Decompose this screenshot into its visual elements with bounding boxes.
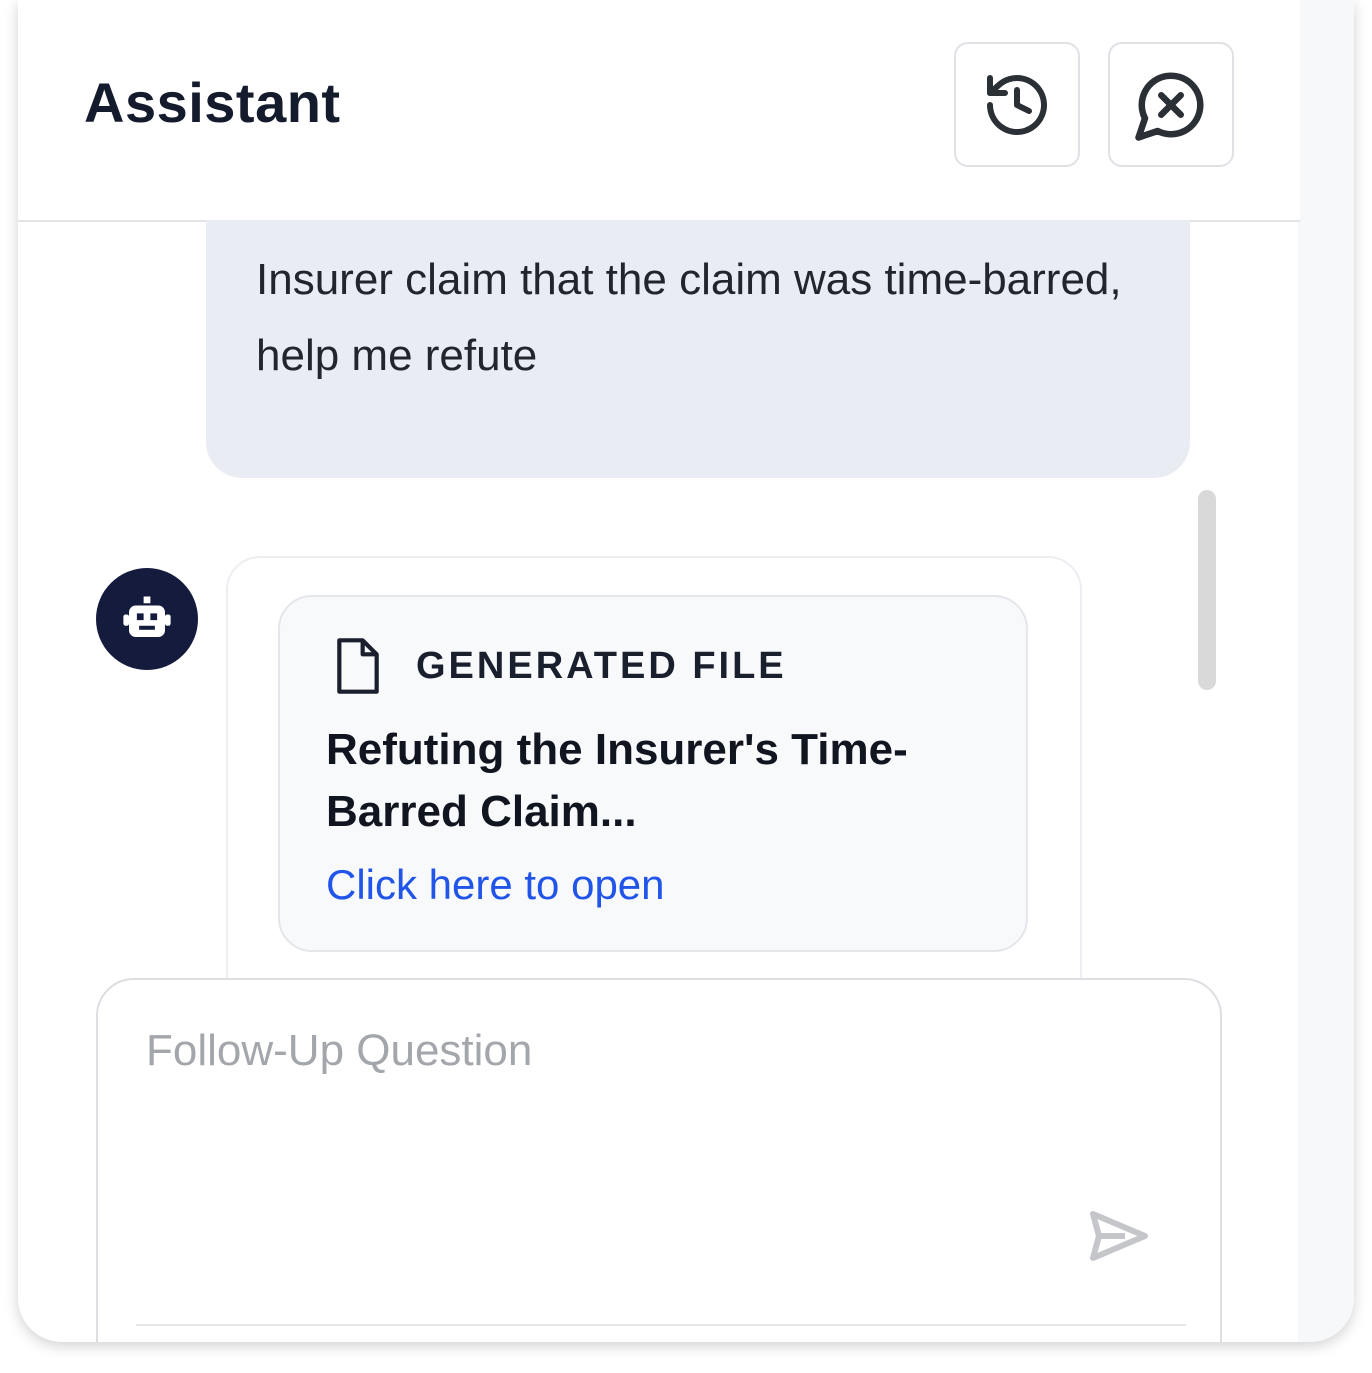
chat-scrollbar[interactable]: [1198, 490, 1216, 690]
send-icon: [1090, 1211, 1148, 1261]
generated-file-label: GENERATED FILE: [416, 644, 787, 687]
close-chat-icon: [1135, 72, 1204, 141]
robot-icon: [123, 596, 171, 637]
follow-up-input[interactable]: [144, 1024, 1148, 1228]
assistant-avatar: [96, 568, 198, 670]
follow-up-composer: [96, 978, 1222, 1342]
panel-side-strip: [1298, 0, 1354, 1342]
file-label-row: GENERATED FILE: [330, 635, 787, 697]
user-message-text: Insurer claim that the claim was time-ba…: [256, 255, 1122, 380]
send-button[interactable]: [1086, 1206, 1152, 1266]
composer-divider: [136, 1324, 1186, 1326]
close-chat-button[interactable]: [1108, 42, 1234, 167]
file-icon: [337, 638, 379, 694]
assistant-panel: Assistant Insurer claim that the claim w…: [18, 0, 1354, 1342]
panel-header: Assistant: [18, 0, 1300, 222]
generated-file-card[interactable]: GENERATED FILE Refuting the Insurer's Ti…: [278, 595, 1028, 952]
user-message-bubble: Insurer claim that the claim was time-ba…: [206, 220, 1190, 478]
history-button[interactable]: [954, 42, 1080, 167]
history-icon: [987, 74, 1047, 135]
panel-title: Assistant: [84, 71, 341, 134]
generated-file-name: Refuting the Insurer's Time-Barred Claim…: [326, 725, 908, 836]
open-file-link[interactable]: Click here to open: [326, 861, 665, 909]
